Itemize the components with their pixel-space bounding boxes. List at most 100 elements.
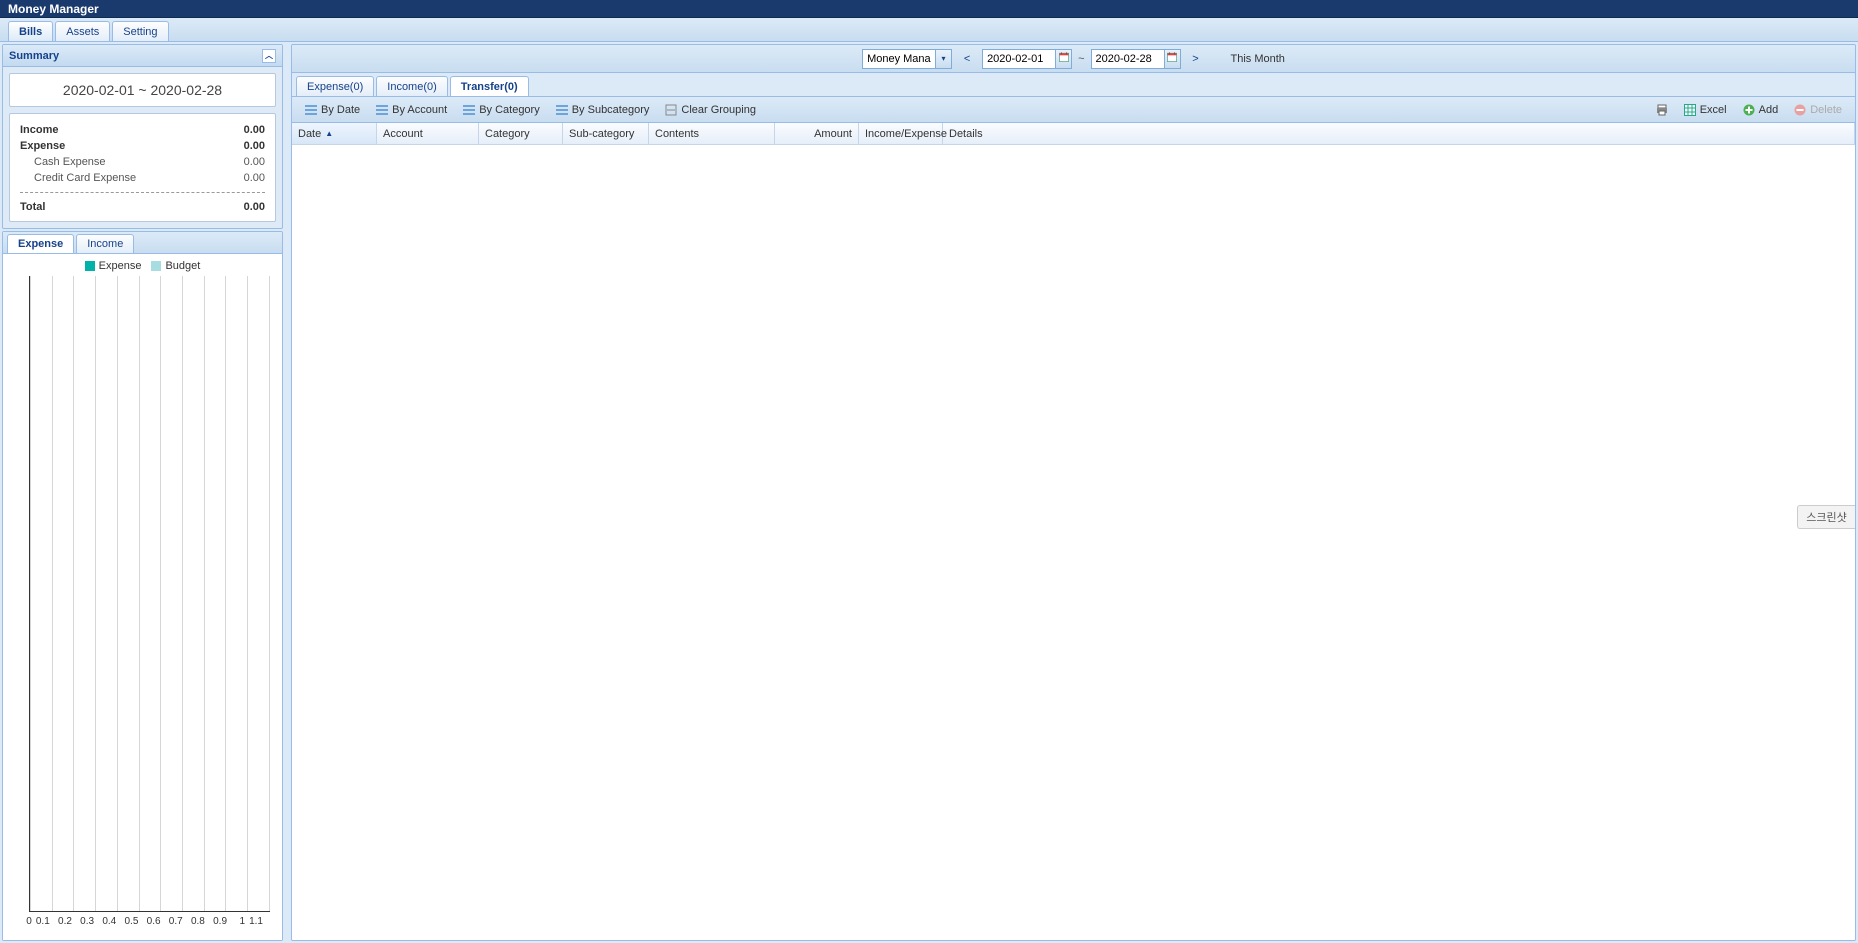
by-category-label: By Category bbox=[479, 104, 540, 116]
group-icon bbox=[556, 104, 568, 116]
legend-expense-label: Expense bbox=[99, 260, 142, 272]
date-from-input[interactable] bbox=[983, 53, 1055, 65]
legend-budget: Budget bbox=[151, 260, 200, 272]
date-from[interactable] bbox=[982, 49, 1072, 69]
sub-tabs: Expense(0) Income(0) Transfer(0) bbox=[292, 73, 1855, 97]
col-date[interactable]: Date ▲ bbox=[292, 123, 377, 144]
chart-tabs: Expense Income bbox=[3, 232, 282, 254]
tab-assets[interactable]: Assets bbox=[55, 21, 110, 41]
add-label: Add bbox=[1759, 104, 1779, 116]
chart-gridline bbox=[139, 276, 140, 911]
subtab-transfer[interactable]: Transfer(0) bbox=[450, 76, 529, 96]
account-combo[interactable]: ▾ bbox=[862, 49, 952, 69]
right-toolbar: ▾ < ~ > bbox=[292, 45, 1855, 73]
summary-cc-row: Credit Card Expense 0.00 bbox=[20, 170, 265, 186]
clear-icon bbox=[665, 104, 677, 116]
col-account-label: Account bbox=[383, 128, 423, 140]
chart-gridline bbox=[182, 276, 183, 911]
chevron-down-icon[interactable]: ▾ bbox=[935, 50, 951, 68]
col-amount[interactable]: Amount bbox=[775, 123, 859, 144]
prev-button[interactable]: < bbox=[958, 49, 976, 69]
col-income-expense[interactable]: Income/Expense bbox=[859, 123, 943, 144]
summary-cc-label: Credit Card Expense bbox=[34, 172, 136, 184]
sort-asc-icon: ▲ bbox=[325, 129, 333, 138]
account-combo-input[interactable] bbox=[863, 53, 935, 65]
chart-gridline bbox=[117, 276, 118, 911]
swatch-expense-icon bbox=[85, 261, 95, 271]
chart-xtick-label: 0.9 bbox=[213, 916, 227, 932]
print-button[interactable] bbox=[1649, 101, 1675, 119]
tab-bills-label: Bills bbox=[19, 26, 42, 38]
chart-area: 00.10.20.30.40.50.60.70.80.911.1 bbox=[11, 276, 274, 932]
calendar-from-button[interactable] bbox=[1055, 50, 1071, 68]
chart-xtick-label: 0.3 bbox=[80, 916, 94, 932]
next-button[interactable]: > bbox=[1187, 49, 1205, 69]
summary-panel: Summary ︿ 2020-02-01 ~ 2020-02-28 Income… bbox=[2, 44, 283, 229]
chart-tab-income[interactable]: Income bbox=[76, 234, 134, 253]
summary-title: Summary bbox=[9, 50, 59, 62]
delete-button[interactable]: Delete bbox=[1787, 101, 1849, 119]
group-toolbar: By Date By Account By Category By Subcat… bbox=[292, 97, 1855, 123]
calendar-to-button[interactable] bbox=[1164, 50, 1180, 68]
collapse-button[interactable]: ︿ bbox=[262, 49, 276, 63]
date-to[interactable] bbox=[1091, 49, 1181, 69]
by-subcategory-label: By Subcategory bbox=[572, 104, 650, 116]
top-tabs: Bills Assets Setting bbox=[0, 18, 1858, 42]
tab-bills[interactable]: Bills bbox=[8, 21, 53, 41]
splitter[interactable] bbox=[285, 44, 289, 941]
summary-cash-value: 0.00 bbox=[244, 156, 265, 168]
toolbar-center: ▾ < ~ > bbox=[862, 49, 1285, 69]
app-root: Money Manager Bills Assets Setting Summa… bbox=[0, 0, 1858, 943]
chart-body: Expense Budget 00.10.20.30.40.50.60.70.8… bbox=[3, 254, 282, 940]
delete-label: Delete bbox=[1810, 104, 1842, 116]
subtab-income-label: Income(0) bbox=[387, 81, 437, 93]
col-subcategory[interactable]: Sub-category bbox=[563, 123, 649, 144]
by-subcategory-button[interactable]: By Subcategory bbox=[549, 101, 657, 119]
next-label: > bbox=[1192, 53, 1198, 65]
col-category[interactable]: Category bbox=[479, 123, 563, 144]
col-contents-label: Contents bbox=[655, 128, 699, 140]
group-icon bbox=[376, 104, 388, 116]
grid-header: Date ▲ Account Category Sub-category Con… bbox=[292, 123, 1855, 145]
chart-xtick-label: 0.7 bbox=[169, 916, 183, 932]
tab-setting-label: Setting bbox=[123, 26, 157, 38]
add-button[interactable]: Add bbox=[1736, 101, 1786, 119]
add-icon bbox=[1743, 104, 1755, 116]
summary-cash-label: Cash Expense bbox=[34, 156, 106, 168]
col-contents[interactable]: Contents bbox=[649, 123, 775, 144]
by-account-label: By Account bbox=[392, 104, 447, 116]
chart-tab-expense-label: Expense bbox=[18, 238, 63, 250]
col-account[interactable]: Account bbox=[377, 123, 479, 144]
clear-grouping-button[interactable]: Clear Grouping bbox=[658, 101, 763, 119]
summary-cash-row: Cash Expense 0.00 bbox=[20, 154, 265, 170]
chart-xtick-label: 0.8 bbox=[191, 916, 205, 932]
print-icon bbox=[1656, 104, 1668, 116]
subtab-expense[interactable]: Expense(0) bbox=[296, 76, 374, 96]
col-details[interactable]: Details bbox=[943, 123, 1855, 144]
by-date-button[interactable]: By Date bbox=[298, 101, 367, 119]
by-account-button[interactable]: By Account bbox=[369, 101, 454, 119]
summary-body: 2020-02-01 ~ 2020-02-28 Income 0.00 Expe… bbox=[3, 67, 282, 228]
tab-setting[interactable]: Setting bbox=[112, 21, 168, 41]
right-panel: ▾ < ~ > bbox=[291, 44, 1856, 941]
chart-gridline bbox=[52, 276, 53, 911]
chart-legend: Expense Budget bbox=[11, 258, 274, 276]
date-to-input[interactable] bbox=[1092, 53, 1164, 65]
chart-xtick-label: 1.1 bbox=[249, 916, 263, 932]
by-category-button[interactable]: By Category bbox=[456, 101, 547, 119]
calendar-icon bbox=[1167, 52, 1177, 65]
app-title: Money Manager bbox=[8, 2, 99, 16]
subtab-income[interactable]: Income(0) bbox=[376, 76, 448, 96]
summary-card: Income 0.00 Expense 0.00 Cash Expense 0.… bbox=[9, 113, 276, 222]
titlebar: Money Manager bbox=[0, 0, 1858, 18]
excel-button[interactable]: Excel bbox=[1677, 101, 1734, 119]
subtab-expense-label: Expense(0) bbox=[307, 81, 363, 93]
chart-xtick-label: 0.5 bbox=[124, 916, 138, 932]
chart-tab-income-label: Income bbox=[87, 238, 123, 250]
screenshot-badge[interactable]: 스크린샷 bbox=[1797, 505, 1855, 529]
subtab-transfer-label: Transfer(0) bbox=[461, 81, 518, 93]
summary-total-row: Total 0.00 bbox=[20, 199, 265, 213]
summary-income-row: Income 0.00 bbox=[20, 122, 265, 138]
chart-xtick-label: 1 bbox=[239, 916, 245, 932]
chart-tab-expense[interactable]: Expense bbox=[7, 234, 74, 253]
